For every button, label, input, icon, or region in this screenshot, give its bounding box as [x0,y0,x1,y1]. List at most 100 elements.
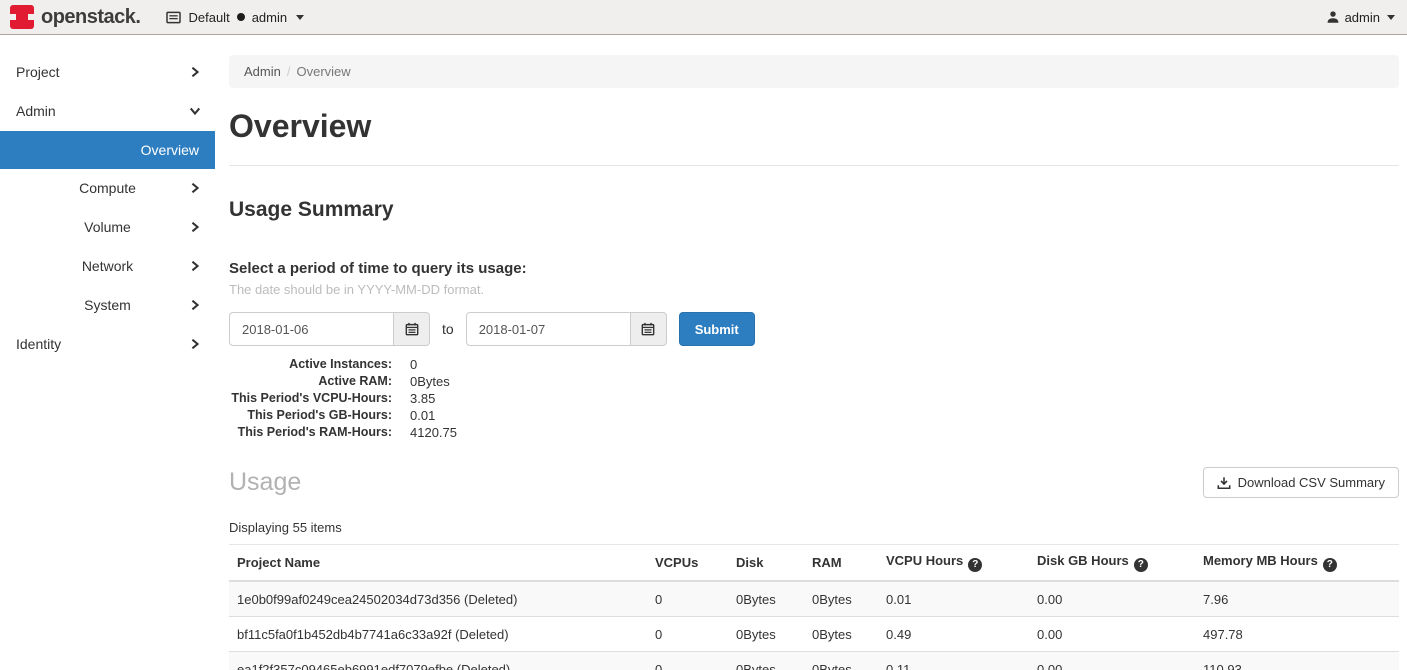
openstack-logo-icon [10,5,34,29]
sidebar-item-network[interactable]: Network [0,247,215,286]
sidebar-item-project[interactable]: Project [0,53,215,92]
date-from-calendar-addon[interactable] [393,312,430,346]
chevron-down-icon [189,105,201,117]
stat-value: 0Bytes [410,373,450,390]
col-vcpus: VCPUs [647,545,728,582]
cell-disk: 0Bytes [728,617,804,652]
sidebar-item-label: System [84,297,131,313]
user-icon [1326,10,1340,24]
column-label: Disk [736,555,763,570]
cell-disk-gb-hours: 0.00 [1029,617,1195,652]
openstack-brand[interactable]: openstack. [10,5,140,29]
usage-heading: Usage [229,468,301,497]
sidebar-item-label: Volume [84,219,131,235]
column-label: Memory MB Hours [1203,553,1318,568]
table-row: ea1f2f357c09465eb6991edf7079efbe (Delete… [229,652,1399,670]
column-label: Disk GB Hours [1037,553,1129,568]
col-memory-mb-hours: Memory MB Hours? [1195,545,1399,582]
stat-label: Active RAM: [229,373,392,390]
domain-project-switcher[interactable]: Default admin [166,10,304,25]
sidebar-item-label: Project [16,64,60,80]
table-header-row: Project Name VCPUs Disk RAM VCPU Hours? … [229,545,1399,582]
stat-value: 3.85 [410,390,435,407]
cell-vcpu-hours: 0.01 [878,581,1029,617]
window-list-icon [166,11,181,24]
cell-disk: 0Bytes [728,652,804,670]
cell-vcpu-hours: 0.49 [878,617,1029,652]
stat-active-ram: Active RAM: 0Bytes [229,373,1399,390]
project-label: admin [252,10,287,25]
cell-memory-mb-hours: 7.96 [1195,581,1399,617]
date-from-group [229,312,430,346]
usage-table: Project Name VCPUs Disk RAM VCPU Hours? … [229,544,1399,670]
sidebar-item-label: Admin [16,103,56,119]
sidebar-item-system[interactable]: System [0,286,215,325]
cell-project-name: 1e0b0f99af0249cea24502034d73d356 (Delete… [229,581,647,617]
top-navbar: openstack. Default admin admin [0,0,1407,35]
date-from-input[interactable] [229,312,393,346]
date-to-calendar-addon[interactable] [630,312,667,346]
sidebar-item-label: Overview [141,142,199,158]
sidebar-item-overview[interactable]: Overview [0,131,215,169]
stat-gb-hours: This Period's GB-Hours: 0.01 [229,407,1399,424]
chevron-right-icon [189,66,201,78]
col-ram: RAM [804,545,878,582]
stat-ram-hours: This Period's RAM-Hours: 4120.75 [229,424,1399,441]
col-disk: Disk [728,545,804,582]
stat-value: 4120.75 [410,424,457,441]
breadcrumb-admin[interactable]: Admin [244,64,281,79]
col-disk-gb-hours: Disk GB Hours? [1029,545,1195,582]
calendar-icon [405,322,419,336]
cell-vcpus: 0 [647,617,728,652]
column-label: VCPU Hours [886,553,963,568]
cell-memory-mb-hours: 110.93 [1195,652,1399,670]
col-project-name: Project Name [229,545,647,582]
chevron-right-icon [189,221,201,233]
cell-vcpus: 0 [647,652,728,670]
stat-value: 0.01 [410,407,435,424]
stat-vcpu-hours: This Period's VCPU-Hours: 3.85 [229,390,1399,407]
column-label: RAM [812,555,842,570]
help-icon[interactable]: ? [1323,558,1337,572]
cell-ram: 0Bytes [804,652,878,670]
brand-text: openstack. [41,6,140,29]
stat-label: This Period's RAM-Hours: [229,424,392,441]
sidebar-item-label: Compute [79,180,136,196]
stat-active-instances: Active Instances: 0 [229,356,1399,373]
download-csv-button[interactable]: Download CSV Summary [1203,467,1399,498]
usage-stats: Active Instances: 0 Active RAM: 0Bytes T… [229,356,1399,441]
download-icon [1217,476,1231,490]
cell-disk: 0Bytes [728,581,804,617]
stat-value: 0 [410,356,417,373]
sidebar-nav: Project Admin Overview Compute Volume [0,35,215,670]
user-name: admin [1345,10,1380,25]
cell-project-name: bf11c5fa0f1b452db4b7741a6c33a92f (Delete… [229,617,647,652]
cell-disk-gb-hours: 0.00 [1029,652,1195,670]
to-label: to [442,321,454,337]
date-to-input[interactable] [466,312,630,346]
date-to-group [466,312,667,346]
sidebar-item-identity[interactable]: Identity [0,325,215,364]
page-title: Overview [229,108,1399,145]
dot-separator-icon [237,13,245,21]
cell-vcpu-hours: 0.11 [878,652,1029,670]
sidebar-item-admin[interactable]: Admin [0,92,215,131]
cell-ram: 0Bytes [804,617,878,652]
submit-button[interactable]: Submit [679,312,755,346]
help-icon[interactable]: ? [1134,558,1148,572]
stat-label: This Period's GB-Hours: [229,407,392,424]
help-icon[interactable]: ? [968,558,982,572]
usage-section-header: Usage Download CSV Summary [229,467,1399,498]
title-divider [229,165,1399,166]
chevron-right-icon [189,299,201,311]
sidebar-item-volume[interactable]: Volume [0,208,215,247]
col-vcpu-hours: VCPU Hours? [878,545,1029,582]
cell-vcpus: 0 [647,581,728,617]
cell-disk-gb-hours: 0.00 [1029,581,1195,617]
date-format-hint: The date should be in YYYY-MM-DD format. [229,282,1399,297]
user-menu[interactable]: admin [1326,10,1395,25]
stat-label: Active Instances: [229,356,392,373]
caret-down-icon [1387,15,1395,20]
sidebar-item-label: Network [82,258,133,274]
sidebar-item-compute[interactable]: Compute [0,169,215,208]
